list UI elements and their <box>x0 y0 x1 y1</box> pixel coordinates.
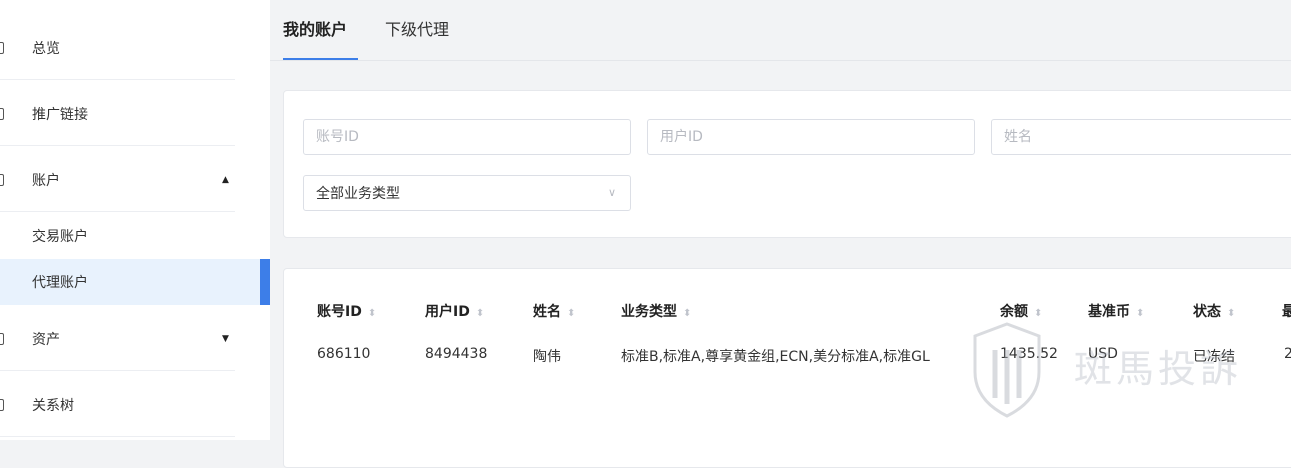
business-type-value: 全部业务类型 <box>316 186 400 202</box>
link-icon <box>0 107 4 120</box>
sidebar-item-label: 资产 <box>32 331 60 348</box>
cell-business-type: 标准B,标准A,尊享黄金组,ECN,美分标准A,标准GL <box>621 349 930 365</box>
accounts-table: 账号ID ⬍ 用户ID ⬍ 姓名 ⬍ 业务类型 ⬍ 余额 ⬍ 基准币 ⬍ 状态 ⬍ 最 686… <box>283 268 1291 468</box>
cell-base-currency: USD <box>1088 346 1118 362</box>
sort-icon[interactable]: ⬍ <box>1034 308 1042 319</box>
column-header-user-id[interactable]: 用户ID ⬍ <box>425 301 484 321</box>
sidebar-item-label: 代理账户 <box>32 275 88 291</box>
tab-bar: 我的账户 下级代理 <box>270 0 1291 61</box>
sidebar-item-trading-account[interactable]: 交易账户 <box>0 213 270 259</box>
account-id-input[interactable] <box>303 119 631 155</box>
cell-user-id: 8494438 <box>425 346 488 362</box>
assets-icon <box>0 332 4 345</box>
sidebar-item-label: 总览 <box>32 40 60 57</box>
sidebar-item-label: 交易账户 <box>32 229 88 245</box>
column-header-account-id[interactable]: 账号ID ⬍ <box>317 301 376 321</box>
column-header-name[interactable]: 姓名 ⬍ <box>533 301 575 321</box>
sidebar-item-label: 账户 <box>32 172 60 189</box>
tree-icon <box>0 398 4 411</box>
filter-panel: 全部业务类型 ∨ <box>283 90 1291 238</box>
sidebar-item-label: 推广链接 <box>32 106 88 123</box>
cell-status: 已冻结 <box>1193 349 1235 365</box>
sort-icon[interactable]: ⬍ <box>476 308 484 319</box>
dashboard-icon <box>0 41 4 54</box>
user-id-input[interactable] <box>647 119 975 155</box>
sidebar-item-relation-tree[interactable]: 关系树 <box>0 373 235 437</box>
column-header-balance[interactable]: 余额 ⬍ <box>1000 301 1042 321</box>
name-input[interactable] <box>991 119 1291 155</box>
sidebar-item-agent-account[interactable]: 代理账户 <box>0 259 270 305</box>
sidebar-item-promo-link[interactable]: 推广链接 <box>0 82 235 146</box>
chevron-down-icon: ∨ <box>607 186 616 199</box>
sidebar-item-overview[interactable]: 总览 <box>0 16 235 80</box>
account-icon <box>0 173 4 186</box>
column-header-truncated[interactable]: 最 <box>1282 301 1291 321</box>
cell-balance: 1435.52 <box>1000 346 1058 362</box>
chevron-up-icon: ▲ <box>222 174 229 185</box>
business-type-select[interactable]: 全部业务类型 ∨ <box>303 175 631 211</box>
sort-icon[interactable]: ⬍ <box>1136 308 1144 319</box>
sort-icon[interactable]: ⬍ <box>567 308 575 319</box>
sort-icon[interactable]: ⬍ <box>683 308 691 319</box>
tab-sub-agents[interactable]: 下级代理 <box>385 16 449 40</box>
cell-truncated: 2 <box>1284 346 1291 362</box>
tab-my-account[interactable]: 我的账户 <box>283 16 347 40</box>
cell-account-id: 686110 <box>317 346 371 362</box>
column-header-base-currency[interactable]: 基准币 ⬍ <box>1088 301 1144 321</box>
sort-icon[interactable]: ⬍ <box>1227 308 1235 319</box>
column-header-status[interactable]: 状态 ⬍ <box>1193 301 1235 321</box>
main-content: 我的账户 下级代理 全部业务类型 ∨ 账号ID⬍ 用户ID⬍ 姓名⬍ 业务类型⬍… <box>270 0 1291 468</box>
sidebar: 总览 推广链接 账户 ▲ 交易账户 代理账户 资产 ▼ 关系树 <box>0 0 270 440</box>
active-tab-indicator <box>283 58 358 60</box>
sidebar-item-assets[interactable]: 资产 ▼ <box>0 307 235 371</box>
sidebar-item-account[interactable]: 账户 ▲ <box>0 148 235 212</box>
cell-name: 陶伟 <box>533 349 561 365</box>
chevron-down-icon: ▼ <box>222 333 229 344</box>
sidebar-item-label: 关系树 <box>32 397 74 414</box>
sort-icon[interactable]: ⬍ <box>368 308 376 319</box>
column-header-business-type[interactable]: 业务类型 ⬍ <box>621 301 691 321</box>
